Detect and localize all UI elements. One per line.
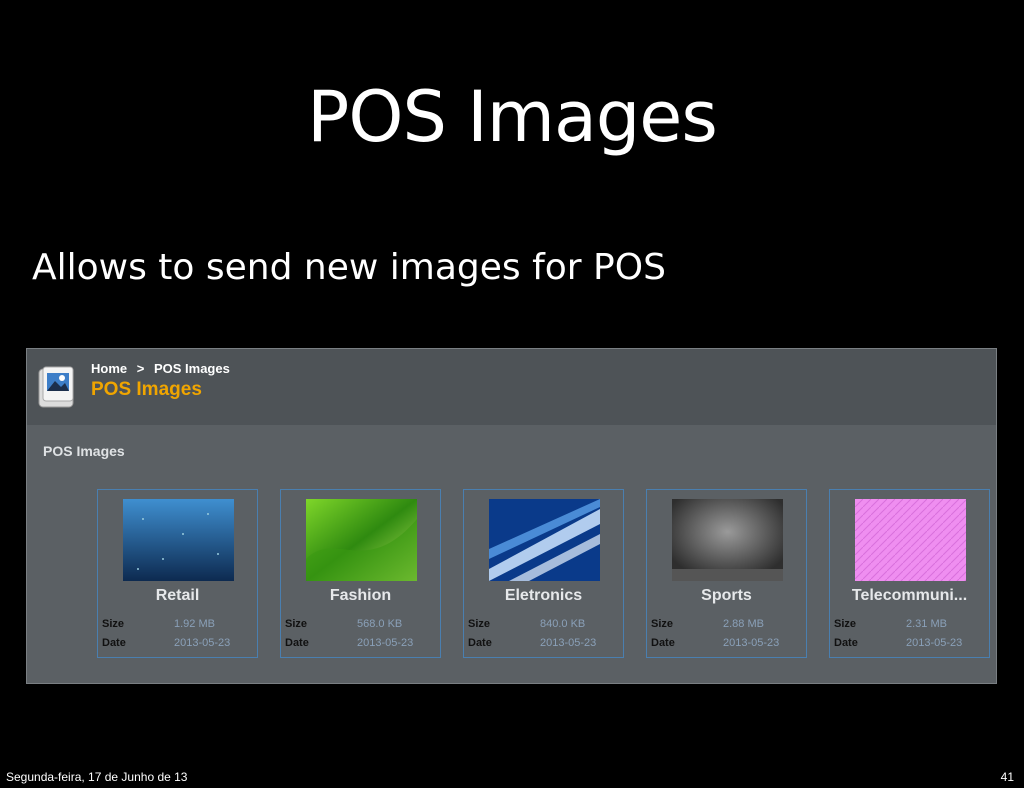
date-label: Date	[651, 637, 675, 649]
images-app-icon	[38, 366, 74, 408]
breadcrumb-home[interactable]: Home	[91, 361, 127, 376]
size-value: 568.0 KB	[357, 618, 403, 630]
date-value: 2013-05-23	[174, 637, 231, 649]
image-cards: Retail Size 1.92 MB Date 2013-05-23 Fash…	[97, 489, 992, 659]
sports-thumbnail	[672, 499, 783, 581]
size-value: 840.0 KB	[540, 618, 586, 630]
date-label: Date	[102, 637, 126, 649]
date-label: Date	[468, 637, 492, 649]
page-title: POS Images	[91, 379, 202, 400]
size-value: 1.92 MB	[174, 618, 215, 630]
image-card-eletronics[interactable]: Eletronics Size 840.0 KB Date 2013-05-23	[463, 489, 624, 658]
image-card-sports[interactable]: Sports Size 2.88 MB Date 2013-05-23	[646, 489, 807, 658]
image-card-telecommunications[interactable]: Telecommuni... Size 2.31 MB Date 2013-05…	[829, 489, 990, 658]
slide-title: POS Images	[307, 76, 718, 158]
retail-thumbnail	[123, 499, 234, 581]
card-name: Fashion	[329, 587, 392, 604]
card-name: Telecommuni...	[851, 587, 968, 604]
date-label: Date	[285, 637, 309, 649]
date-value: 2013-05-23	[357, 637, 414, 649]
size-value: 2.31 MB	[906, 618, 947, 630]
breadcrumb-separator: >	[136, 361, 145, 376]
size-label: Size	[834, 618, 857, 630]
slide-page-number: 41	[1000, 770, 1014, 784]
date-label: Date	[834, 637, 858, 649]
slide-subtitle: Allows to send new images for POS	[32, 247, 666, 288]
size-label: Size	[651, 618, 674, 630]
date-value: 2013-05-23	[540, 637, 597, 649]
app-header: Home > POS Images POS Images	[27, 349, 996, 425]
app-screenshot: Home > POS Images POS Images POS Images …	[26, 348, 997, 684]
card-name: Eletronics	[504, 587, 583, 604]
fashion-thumbnail	[306, 499, 417, 581]
eletronics-thumbnail	[489, 499, 600, 581]
telecom-thumbnail	[855, 499, 966, 581]
size-label: Size	[468, 618, 491, 630]
date-value: 2013-05-23	[723, 637, 780, 649]
section-title: POS Images	[43, 443, 125, 459]
size-label: Size	[102, 618, 125, 630]
image-card-retail[interactable]: Retail Size 1.92 MB Date 2013-05-23	[97, 489, 258, 658]
date-value: 2013-05-23	[906, 637, 963, 649]
breadcrumb: Home > POS Images	[91, 361, 236, 376]
slide-footer-date: Segunda-feira, 17 de Junho de 13	[6, 770, 188, 784]
size-value: 2.88 MB	[723, 618, 764, 630]
image-card-fashion[interactable]: Fashion Size 568.0 KB Date 2013-05-23	[280, 489, 441, 658]
card-name: Sports	[701, 587, 752, 604]
size-label: Size	[285, 618, 308, 630]
card-name: Retail	[155, 587, 200, 604]
breadcrumb-current: POS Images	[153, 361, 230, 376]
